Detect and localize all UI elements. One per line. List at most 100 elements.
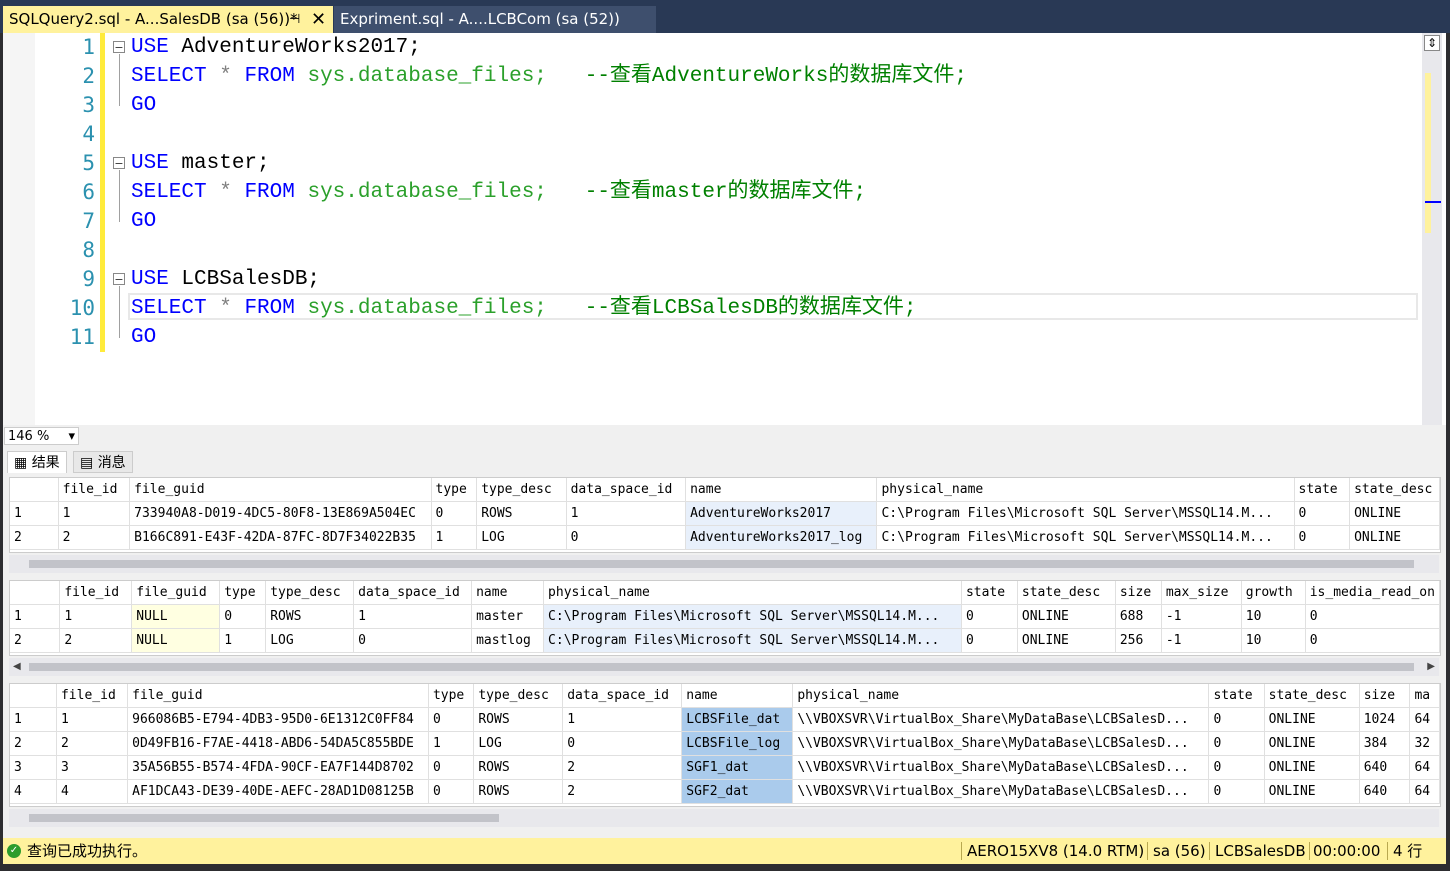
table-cell[interactable]: LCBSFile_dat	[681, 707, 794, 732]
table-cell[interactable]: ONLINE	[1349, 501, 1440, 526]
code-line[interactable]: GO	[131, 207, 156, 236]
table-cell[interactable]: ONLINE	[1264, 707, 1360, 732]
table-cell[interactable]: 1	[58, 501, 131, 526]
column-header[interactable]: type	[219, 581, 267, 605]
row-number[interactable]: 1	[10, 604, 61, 629]
table-cell[interactable]: ROWS	[473, 755, 564, 780]
table-cell[interactable]: LCBSFile_log	[681, 731, 794, 756]
table-cell[interactable]: 2	[562, 779, 683, 804]
column-header[interactable]: name	[685, 478, 878, 502]
column-header[interactable]: state	[1294, 478, 1351, 502]
table-cell[interactable]: 2	[56, 731, 129, 756]
table-cell[interactable]: 10	[1241, 604, 1306, 629]
code-line[interactable]: GO	[131, 91, 156, 120]
column-header[interactable]: file_guid	[127, 684, 429, 708]
table-row[interactable]: 2 2 B166C891-E43F-42DA-87FC-8D7F34022B35 1 L…	[10, 525, 1440, 550]
scroll-right-icon[interactable]: ▶	[1427, 658, 1435, 676]
table-cell[interactable]: 0	[353, 628, 473, 653]
query-editor[interactable]: 1− USE AdventureWorks2017; 2 SELECT * FROM …	[3, 33, 1446, 425]
row-number[interactable]: 1	[10, 707, 57, 732]
column-header[interactable]	[10, 684, 57, 708]
table-cell[interactable]: 1	[428, 731, 475, 756]
code-line[interactable]: USE master;	[131, 149, 270, 178]
table-cell[interactable]: 64	[1409, 707, 1440, 732]
table-cell[interactable]: 0	[1305, 628, 1440, 653]
column-header[interactable]: data_space_id	[353, 581, 473, 605]
column-header[interactable]: type_desc	[473, 684, 564, 708]
row-number[interactable]: 1	[10, 501, 59, 526]
code-line[interactable]: SELECT * FROM sys.database_files; --查看ma…	[131, 178, 866, 207]
table-cell[interactable]: -1	[1161, 628, 1242, 653]
table-cell[interactable]: ONLINE	[1017, 628, 1116, 653]
table-row[interactable]: 1 1 NULL 0 ROWS 1 master C:\Program Files\Micro…	[10, 604, 1440, 629]
scroll-thumb[interactable]	[29, 814, 499, 822]
table-cell[interactable]: ROWS	[265, 604, 355, 629]
table-cell[interactable]: 256	[1115, 628, 1162, 653]
code-line[interactable]: SELECT * FROM sys.database_files; --查看LC…	[131, 294, 917, 323]
table-cell[interactable]: NULL	[131, 604, 221, 629]
table-cell[interactable]: 0	[428, 779, 475, 804]
column-header[interactable]: state_desc	[1017, 581, 1116, 605]
table-cell[interactable]: \\VBOXSVR\VirtualBox_Share\MyDataBase\LC…	[792, 731, 1210, 756]
table-cell[interactable]: ONLINE	[1264, 731, 1360, 756]
column-header[interactable]: type	[428, 684, 475, 708]
scroll-left-icon[interactable]: ◀	[13, 658, 21, 676]
column-header[interactable]: file_id	[56, 684, 129, 708]
table-cell[interactable]: 0	[219, 604, 267, 629]
column-header[interactable]: file_guid	[129, 478, 432, 502]
table-cell[interactable]: \\VBOXSVR\VirtualBox_Share\MyDataBase\LC…	[792, 779, 1210, 804]
table-cell[interactable]: 3	[56, 755, 129, 780]
table-row[interactable]: 4 4 AF1DCA43-DE39-40DE-AEFC-28AD1D08125B 0 R…	[10, 779, 1440, 804]
column-header[interactable]: name	[471, 581, 545, 605]
code-line[interactable]: USE LCBSalesDB;	[131, 265, 320, 294]
collapse-icon[interactable]: −	[113, 41, 125, 53]
table-cell[interactable]: 688	[1115, 604, 1162, 629]
table-cell[interactable]: master	[471, 604, 545, 629]
table-cell[interactable]: 384	[1359, 731, 1411, 756]
table-cell[interactable]: C:\Program Files\Microsoft SQL Server\MS…	[543, 604, 962, 629]
table-cell[interactable]: 10	[1241, 628, 1306, 653]
row-number[interactable]: 3	[10, 755, 57, 780]
result-grid-3-hscroll[interactable]	[9, 809, 1439, 827]
table-cell[interactable]: C:\Program Files\Microsoft SQL Server\MS…	[876, 525, 1295, 550]
table-cell[interactable]: 1	[219, 628, 267, 653]
table-cell[interactable]: SGF2_dat	[681, 779, 794, 804]
result-grid-1[interactable]: file_id file_guid type type_desc data_space_…	[9, 477, 1441, 553]
column-header[interactable]: name	[681, 684, 794, 708]
close-icon[interactable]: ✕	[311, 6, 326, 33]
scroll-thumb[interactable]	[29, 663, 1414, 671]
tab-results[interactable]: ▦ 结果	[7, 451, 67, 473]
table-cell[interactable]: 0	[961, 604, 1018, 629]
table-cell[interactable]: 0	[566, 525, 687, 550]
table-cell[interactable]: 0	[1305, 604, 1440, 629]
table-cell[interactable]: 0	[1208, 731, 1265, 756]
table-cell[interactable]: 1	[566, 501, 687, 526]
table-cell[interactable]: 2	[58, 525, 131, 550]
result-grid-1-hscroll[interactable]	[9, 555, 1439, 573]
column-header[interactable]	[10, 581, 61, 605]
column-header[interactable]: file_id	[59, 581, 133, 605]
row-number[interactable]: 4	[10, 779, 57, 804]
row-number[interactable]: 2	[10, 731, 57, 756]
table-cell[interactable]: ONLINE	[1264, 755, 1360, 780]
table-cell[interactable]: 1	[56, 707, 129, 732]
tab-sqlquery2[interactable]: SQLQuery2.sql - A...SalesDB (sa (56))* ⊣…	[3, 6, 333, 33]
table-cell[interactable]: 640	[1359, 779, 1411, 804]
column-header[interactable]: state_desc	[1349, 478, 1440, 502]
table-row[interactable]: 1 1 966086B5-E794-4DB3-95D0-6E1312C0FF84 0 R…	[10, 707, 1440, 732]
table-cell[interactable]: 0	[428, 755, 475, 780]
column-header[interactable]: data_space_id	[566, 478, 687, 502]
code-line[interactable]: USE AdventureWorks2017;	[131, 33, 421, 62]
table-cell[interactable]: 64	[1409, 779, 1440, 804]
column-header[interactable]: file_id	[58, 478, 131, 502]
table-cell[interactable]: LOG	[265, 628, 355, 653]
column-header[interactable]: is_media_read_on	[1305, 581, 1440, 605]
table-cell[interactable]: 32	[1409, 731, 1440, 756]
column-header[interactable]: data_space_id	[562, 684, 683, 708]
table-row[interactable]: 2 2 0D49FB16-F7AE-4418-ABD6-54DA5C855BDE 1 L…	[10, 731, 1440, 756]
table-cell[interactable]: 64	[1409, 755, 1440, 780]
column-header[interactable]	[10, 478, 59, 502]
table-cell[interactable]: 733940A8-D019-4DC5-80F8-13E869A504EC	[129, 501, 432, 526]
column-header[interactable]: type	[431, 478, 478, 502]
table-cell[interactable]: 0	[1208, 755, 1265, 780]
